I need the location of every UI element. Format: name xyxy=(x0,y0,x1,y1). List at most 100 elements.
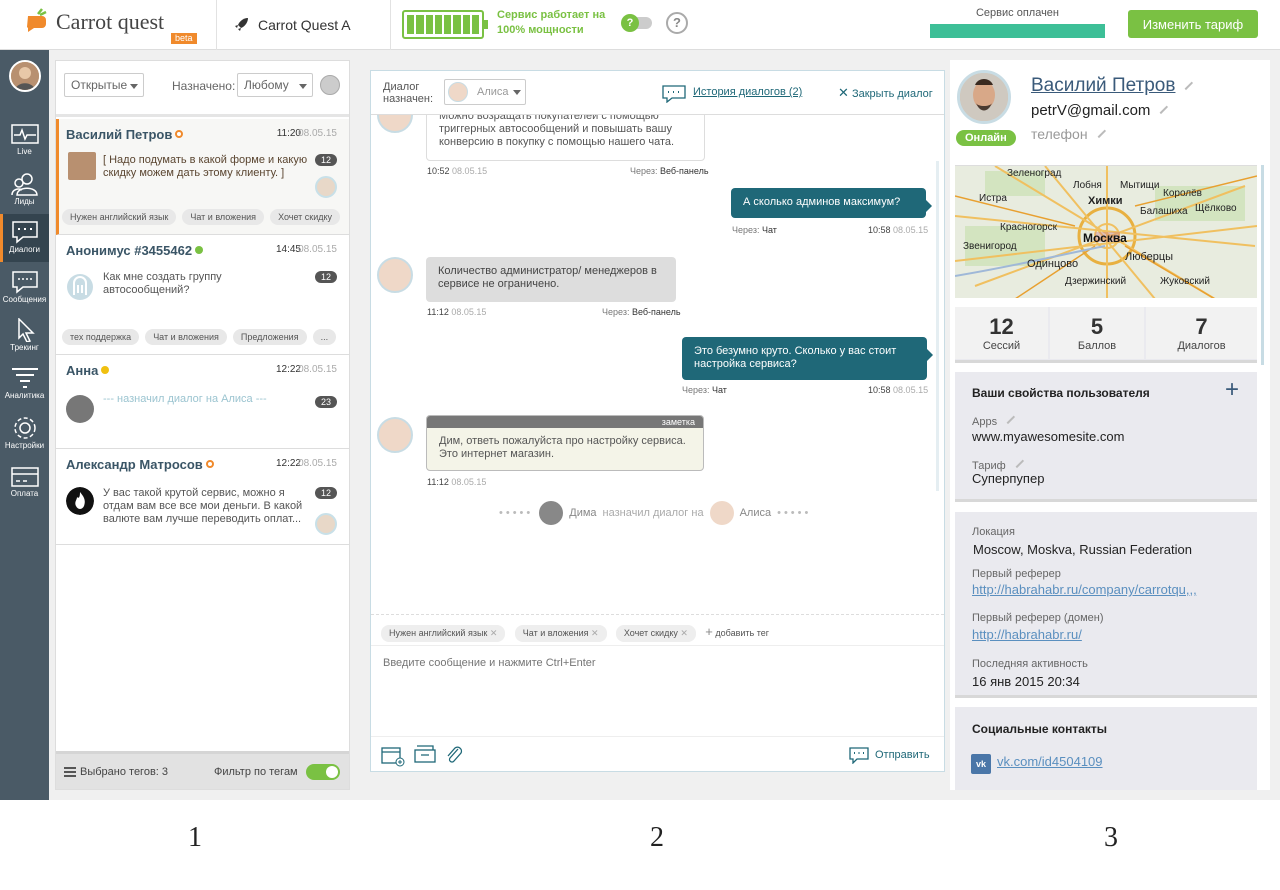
message-input[interactable] xyxy=(371,647,944,735)
referrer-link[interactable]: http://habrahabr.ru/company/carrotqu,,, xyxy=(972,582,1197,597)
new-message-template-icon[interactable] xyxy=(381,745,405,767)
profile-scrollbar[interactable] xyxy=(1261,165,1264,365)
social-contacts-card: Социальные контакты vk vk.com/id4504109 xyxy=(955,707,1257,790)
map-label: Мытищи xyxy=(1120,180,1160,191)
close-icon: ✕ xyxy=(838,85,849,100)
referrer-domain-link[interactable]: http://habrahabr.ru/ xyxy=(972,627,1082,642)
change-tariff-button[interactable]: Изменить тариф xyxy=(1128,10,1258,38)
dots-divider: ••••• xyxy=(499,507,534,519)
profile-phone[interactable]: телефон xyxy=(1031,123,1106,142)
sidebar-item-analytics[interactable]: Аналитика xyxy=(0,360,49,408)
remove-tag-icon[interactable]: ✕ xyxy=(591,628,599,638)
assignee-filter-select[interactable]: Любому xyxy=(237,73,313,97)
message-count-badge: 12 xyxy=(315,154,337,166)
conversation-item[interactable]: Александр Матросов 12:22 08.05.15 У вас … xyxy=(56,449,349,545)
sidebar-item-settings[interactable]: Настройки xyxy=(0,410,49,458)
edit-pencil-icon[interactable] xyxy=(1009,453,1024,469)
tag[interactable]: Чат и вложения ✕ xyxy=(514,625,607,642)
agent-avatar xyxy=(377,115,413,133)
remove-tag-icon[interactable]: ✕ xyxy=(490,628,498,638)
tag[interactable]: Чат и вложения xyxy=(145,329,227,345)
assignee-select[interactable]: Алиса xyxy=(444,79,526,105)
avatar xyxy=(539,501,564,525)
online-badge: Онлайн xyxy=(956,130,1016,146)
paperclip-icon[interactable] xyxy=(445,744,463,766)
map-label: Звенигород xyxy=(963,241,1017,252)
brand-name[interactable]: Carrot quest xyxy=(56,9,164,35)
send-button[interactable]: Отправить xyxy=(875,749,930,761)
conversation-preview: Как мне создать группу автосообщений? xyxy=(103,271,222,296)
tag[interactable]: Хочет скидку ✕ xyxy=(615,625,696,642)
archive-icon[interactable] xyxy=(414,745,436,763)
scrollbar[interactable] xyxy=(936,161,939,491)
message-count-badge: 12 xyxy=(315,271,337,283)
profile-name[interactable]: Василий Петров xyxy=(1031,75,1194,97)
map-label: Зеленоград xyxy=(1007,168,1062,179)
sidebar-item-label: Трекинг xyxy=(10,343,39,352)
user-avatar[interactable] xyxy=(9,60,41,92)
tag[interactable]: тех поддержка xyxy=(62,329,140,345)
message-via: Через: Веб-панель xyxy=(602,307,681,317)
sidebar-item-live[interactable]: Live xyxy=(0,118,49,166)
vk-link[interactable]: vk.com/id4504109 xyxy=(997,754,1103,769)
conversation-item[interactable]: Василий Петров 11:20 08.05.15 [ Надо под… xyxy=(56,119,349,235)
tag-filter-label: Фильтр по тегам xyxy=(214,766,298,778)
edit-pencil-icon[interactable] xyxy=(1179,75,1194,91)
sessions-stat: 12 Сессий xyxy=(955,307,1048,359)
location-map[interactable]: Зеленоград Лобня Мытищи Королёв Истра Хи… xyxy=(955,165,1257,298)
user-profile-panel: Онлайн Василий Петров petrV@gmail.com те… xyxy=(950,60,1270,790)
add-tag-button[interactable]: + добавить тег xyxy=(705,624,769,639)
status-filter-select[interactable]: Открытые xyxy=(64,73,144,97)
edit-pencil-icon[interactable] xyxy=(1091,123,1106,139)
tag[interactable]: Хочет скидку xyxy=(270,209,341,225)
menu-icon[interactable] xyxy=(64,767,76,777)
last-activity-label: Последняя активность xyxy=(972,658,1088,670)
note-text: Дим, ответь пожалуйста про настройку сер… xyxy=(439,435,686,460)
conversation-item[interactable]: Анонимус #3455462 14:45 08.05.15 Как мне… xyxy=(56,235,349,355)
card-title: Ваши свойства пользователя xyxy=(972,386,1150,400)
remove-tag-icon[interactable]: ✕ xyxy=(680,628,688,638)
pulse-icon xyxy=(10,124,39,144)
conversation-item[interactable]: Анна 12:22 08.05.15 --- назначил диалог … xyxy=(56,355,349,449)
help-icon[interactable]: ? xyxy=(666,12,688,34)
edit-pencil-icon[interactable] xyxy=(1001,409,1016,425)
sidebar-item-leads[interactable]: Лиды xyxy=(0,166,49,214)
tag[interactable]: Нужен английский язык ✕ xyxy=(381,625,506,642)
status-help-badge[interactable]: ? xyxy=(621,14,639,32)
message-meta: 10:58 08.05.15 xyxy=(868,385,929,395)
dialogs-stat: 7 Диалогов xyxy=(1146,307,1257,359)
contact-avatar xyxy=(66,395,94,423)
chat-header: Диалог назначен: Алиса История диалогов … xyxy=(371,71,944,115)
add-property-plus-icon[interactable]: + xyxy=(1225,378,1239,402)
dialog-history-link[interactable]: История диалогов (2) xyxy=(693,86,802,98)
tag[interactable]: Нужен английский язык xyxy=(62,209,177,225)
paid-progress-bar xyxy=(930,24,1105,38)
stat-value: 5 xyxy=(1090,314,1104,339)
close-dialog-button[interactable]: ✕ Закрыть диалог xyxy=(838,85,933,101)
sidebar-item-billing[interactable]: Оплата xyxy=(0,460,49,508)
sidebar-item-dialogs[interactable]: Диалоги xyxy=(0,214,49,262)
funnel-icon xyxy=(11,368,38,388)
tag[interactable]: Предложения xyxy=(232,329,307,345)
chat-panel: Диалог назначен: Алиса История диалогов … xyxy=(370,70,945,772)
selected-tags-count[interactable]: Выбрано тегов: 3 xyxy=(80,766,168,778)
sidebar-item-label: Сообщения xyxy=(2,295,47,304)
sidebar-item-tracking[interactable]: Трекинг xyxy=(0,312,49,360)
tag-filter-toggle[interactable] xyxy=(306,764,340,780)
app-selector[interactable]: Carrot Quest A xyxy=(258,17,351,33)
flame-avatar-icon xyxy=(66,487,94,515)
stat-label: Диалогов xyxy=(1177,340,1226,352)
paid-label: Сервис оплачен xyxy=(975,7,1059,19)
contact-avatar xyxy=(68,152,96,180)
gear-icon xyxy=(13,417,36,439)
tag[interactable]: Чат и вложения xyxy=(182,209,265,225)
sidebar-item-messages[interactable]: Сообщения xyxy=(0,264,49,312)
sidebar-item-label: Диалоги xyxy=(9,245,40,254)
assignee-avatar[interactable] xyxy=(320,75,340,95)
map-label: Дзержинский xyxy=(1065,276,1127,287)
plus-icon: + xyxy=(705,624,713,639)
status-dot xyxy=(205,460,214,468)
profile-email[interactable]: petrV@gmail.com xyxy=(1031,99,1169,119)
edit-pencil-icon[interactable] xyxy=(1154,99,1169,115)
more-tags[interactable]: ... xyxy=(312,329,337,345)
